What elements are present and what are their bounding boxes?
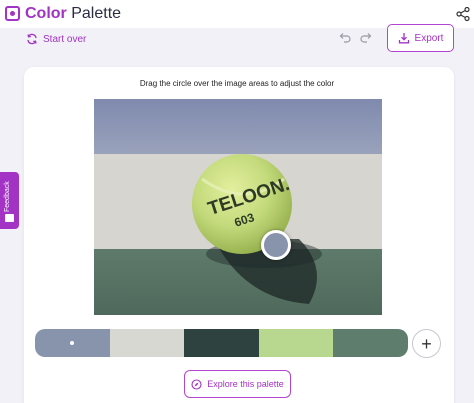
color-swatch[interactable] xyxy=(109,329,185,357)
explore-palette-button[interactable]: Explore this palette xyxy=(184,370,291,398)
undo-icon[interactable] xyxy=(338,31,351,44)
app-title: Color Palette xyxy=(25,4,121,24)
color-swatch[interactable] xyxy=(184,329,259,357)
redo-icon[interactable] xyxy=(360,31,373,44)
download-icon xyxy=(398,33,409,44)
compass-icon xyxy=(191,378,202,390)
plus-icon: + xyxy=(421,333,432,354)
app-title-accent: Color xyxy=(25,5,67,22)
share-icon[interactable] xyxy=(456,7,470,21)
add-color-button[interactable]: + xyxy=(412,329,441,358)
start-over-label: Start over xyxy=(43,33,87,45)
refresh-icon xyxy=(27,33,37,45)
color-swatch[interactable] xyxy=(35,329,110,357)
feedback-tab[interactable]: Feedback xyxy=(0,172,19,229)
color-palette-logo-icon xyxy=(5,6,20,21)
color-picker-handle[interactable] xyxy=(261,230,291,260)
feedback-icon xyxy=(5,214,14,222)
selected-indicator xyxy=(70,341,75,345)
instruction-text: Drag the circle over the image areas to … xyxy=(139,79,335,88)
color-swatch[interactable] xyxy=(258,329,334,357)
feedback-label: Feedback xyxy=(4,181,11,212)
export-label: Export xyxy=(414,32,444,44)
source-image[interactable]: TELOON. 603 xyxy=(94,99,382,315)
palette-strip xyxy=(35,329,408,357)
export-button[interactable]: Export xyxy=(387,24,454,52)
app-title-rest: Palette xyxy=(66,5,122,22)
explore-label: Explore this palette xyxy=(207,379,284,389)
color-swatch[interactable] xyxy=(333,329,408,357)
start-over-button[interactable]: Start over xyxy=(26,30,86,48)
